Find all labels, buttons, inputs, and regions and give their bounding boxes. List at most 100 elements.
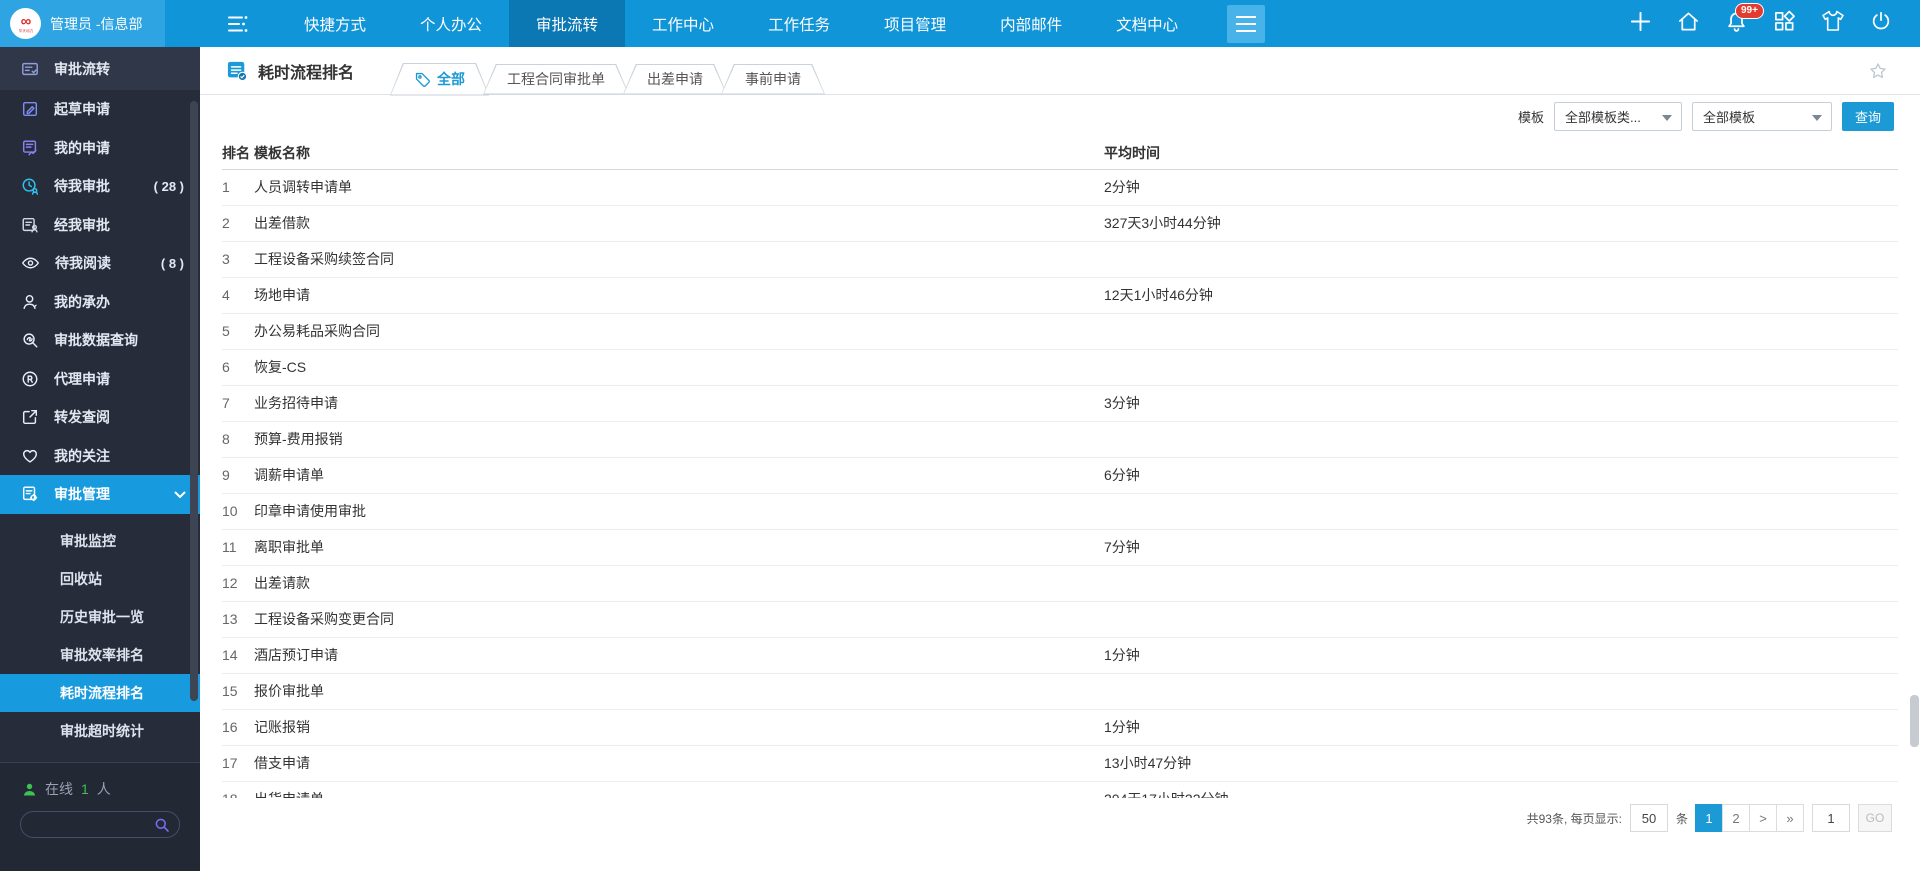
template-name-cell: 出差请款 bbox=[254, 565, 1104, 602]
rank-cell: 18 bbox=[222, 781, 254, 798]
sidebar-subitem-审批监控[interactable]: 审批监控 bbox=[0, 522, 200, 560]
tab-事前申请[interactable]: 事前申请 bbox=[721, 64, 825, 95]
rank-cell: 14 bbox=[222, 637, 254, 674]
sidebar-item-我的申请[interactable]: 我的申请 bbox=[0, 129, 200, 168]
average-time-cell bbox=[1104, 565, 1898, 602]
sidebar-item-待我阅读[interactable]: 待我阅读( 8 ) bbox=[0, 244, 200, 283]
filter-tabs: 全部 工程合同审批单 出差申请 事前申请 bbox=[396, 47, 825, 95]
bell-button[interactable]: 99+ bbox=[1725, 2, 1764, 38]
table-row: 16 记账报销 1分钟 bbox=[222, 709, 1898, 746]
home-button[interactable] bbox=[1677, 10, 1700, 38]
sidebar-subitem-耗时流程排名[interactable]: 耗时流程排名 bbox=[0, 673, 200, 712]
average-time-cell bbox=[1104, 349, 1898, 386]
top-menu-item-个人办公[interactable]: 个人办公 bbox=[393, 0, 509, 47]
top-menu-item-工作任务[interactable]: 工作任务 bbox=[741, 0, 857, 47]
table-row: 15 报价审批单 bbox=[222, 673, 1898, 710]
table-row: 18出货申请单204天17小时22分钟 bbox=[222, 781, 1898, 798]
query-button[interactable]: 查询 bbox=[1842, 102, 1894, 131]
more-menu-button[interactable] bbox=[1227, 4, 1266, 43]
plus-button[interactable] bbox=[1629, 10, 1652, 38]
sidebar-item-label: 我的承办 bbox=[54, 293, 110, 310]
page-title: 耗时流程排名 bbox=[258, 64, 355, 82]
notification-badge: 99+ bbox=[1735, 2, 1764, 19]
sidebar-item-代理申请[interactable]: 代理申请 bbox=[0, 360, 200, 399]
sidebar-scrollbar[interactable] bbox=[190, 101, 198, 701]
sidebar-item-label: 代理申请 bbox=[54, 370, 110, 387]
go-button[interactable]: GO bbox=[1858, 804, 1892, 832]
table-row: 7 业务招待申请 3分钟 bbox=[222, 385, 1898, 422]
sidebar-item-转发查阅[interactable]: 转发查阅 bbox=[0, 398, 200, 437]
theme-icon bbox=[1821, 10, 1845, 32]
sidebar-subitem-回收站[interactable]: 回收站 bbox=[0, 560, 200, 598]
sidebar-item-我的关注[interactable]: 我的关注 bbox=[0, 437, 200, 476]
tab-label: 出差申请 bbox=[647, 71, 704, 87]
table-row: 14 酒店预订申请 1分钟 bbox=[222, 637, 1898, 674]
top-menu-item-文档中心[interactable]: 文档中心 bbox=[1089, 0, 1205, 47]
forward-icon bbox=[21, 408, 39, 426]
apps-button[interactable] bbox=[1773, 10, 1796, 38]
content-scrollbar[interactable] bbox=[1910, 695, 1919, 747]
top-menu-item-内部邮件[interactable]: 内部邮件 bbox=[973, 0, 1089, 47]
topbar-user-area[interactable]: ∞ 华天动力 管理员 -信息部 bbox=[0, 0, 165, 47]
column-header-排名: 排名 bbox=[222, 138, 254, 170]
sidebar-item-审批管理[interactable]: 审批管理 bbox=[0, 475, 200, 514]
online-suffix: 人 bbox=[96, 781, 111, 797]
tab-工程合同审批单[interactable]: 工程合同审批单 bbox=[483, 64, 629, 95]
theme-button[interactable] bbox=[1821, 10, 1845, 37]
sidebar-item-label: 待我审批 bbox=[54, 178, 110, 195]
favorite-star-icon[interactable] bbox=[1868, 61, 1888, 81]
search-icon[interactable] bbox=[154, 817, 170, 833]
sidebar-subitem-历史审批一览[interactable]: 历史审批一览 bbox=[0, 598, 200, 636]
template-name-cell: 工程设备采购变更合同 bbox=[254, 601, 1104, 638]
table-row: 4 场地申请 12天1小时46分钟 bbox=[222, 277, 1898, 314]
sidebar-item-label: 我的申请 bbox=[54, 139, 110, 156]
logo-glyph: ∞ bbox=[20, 13, 32, 30]
logo-text: 华天动力 bbox=[18, 28, 33, 33]
apps-icon bbox=[1773, 10, 1796, 33]
top-menu-item-项目管理[interactable]: 项目管理 bbox=[857, 0, 973, 47]
menu-collapse-icon[interactable] bbox=[227, 15, 251, 33]
table-row: 12 出差请款 bbox=[222, 565, 1898, 602]
page-size-input[interactable] bbox=[1629, 804, 1668, 832]
tag-icon bbox=[414, 71, 431, 88]
page-button-2[interactable]: 2 bbox=[1722, 804, 1750, 832]
sidebar-item-待我审批[interactable]: 待我审批( 28 ) bbox=[0, 167, 200, 206]
tab-出差申请[interactable]: 出差申请 bbox=[623, 64, 727, 95]
next-page-button[interactable]: > bbox=[1749, 804, 1777, 832]
ranking-table: 排名 模板名称 平均时间 1 人员调转申请单 2分钟 2 出差借款 327天3小时44分钟 3 工… bbox=[200, 138, 1920, 798]
average-time-cell: 2分钟 bbox=[1104, 169, 1898, 206]
average-time-cell: 13小时47分钟 bbox=[1104, 745, 1898, 782]
power-button[interactable] bbox=[1870, 10, 1892, 37]
template-select[interactable]: 全部模板 bbox=[1692, 102, 1832, 131]
tab-全部[interactable]: 全部 bbox=[390, 63, 489, 96]
table-row: 1 人员调转申请单 2分钟 bbox=[222, 169, 1898, 206]
main-content: 耗时流程排名 全部 工程合同审批单 出差申请 事前申请 模板 全部模板类... 全部模… bbox=[200, 47, 1920, 871]
page-button-1[interactable]: 1 bbox=[1695, 804, 1723, 832]
sidebar-item-经我审批[interactable]: 经我审批 bbox=[0, 206, 200, 245]
pager: 1 2 >» bbox=[1695, 804, 1804, 832]
goto-page-input[interactable] bbox=[1812, 804, 1850, 832]
template-category-select[interactable]: 全部模板类... bbox=[1554, 102, 1682, 131]
last-page-button[interactable]: » bbox=[1776, 804, 1804, 832]
rank-cell: 11 bbox=[222, 529, 254, 566]
online-user-icon bbox=[22, 782, 37, 797]
template-name-cell: 人员调转申请单 bbox=[254, 169, 1104, 206]
sidebar-item-label: 起草申请 bbox=[54, 101, 110, 118]
template-name-cell: 调薪申请单 bbox=[254, 457, 1104, 494]
average-time-cell: 1分钟 bbox=[1104, 709, 1898, 746]
top-menu-item-工作中心[interactable]: 工作中心 bbox=[625, 0, 741, 47]
sidebar-item-我的承办[interactable]: 我的承办 bbox=[0, 283, 200, 322]
sidebar-item-label: 审批管理 bbox=[54, 486, 110, 503]
sidebar-item-label: 审批数据查询 bbox=[54, 332, 138, 349]
sidebar-item-审批流转[interactable]: 审批流转 bbox=[0, 47, 200, 90]
sidebar-item-起草申请[interactable]: 起草申请 bbox=[0, 90, 200, 129]
rank-cell: 17 bbox=[222, 745, 254, 782]
sidebar-item-审批数据查询[interactable]: 审批数据查询 bbox=[0, 321, 200, 360]
sidebar-subitem-审批超时统计[interactable]: 审批超时统计 bbox=[0, 712, 200, 750]
pagination: 共93条, 每页显示: 条 12>» GO bbox=[1527, 804, 1892, 832]
top-menu-item-快捷方式[interactable]: 快捷方式 bbox=[277, 0, 393, 47]
online-status: 在线 1 人 bbox=[22, 779, 200, 799]
top-menu-item-审批流转[interactable]: 审批流转 bbox=[509, 0, 626, 47]
sidebar: 审批流转起草申请我的申请待我审批( 28 ) 经我审批 待我阅读( 8 ) 我的承办审… bbox=[0, 47, 200, 871]
sidebar-subitem-审批效率排名[interactable]: 审批效率排名 bbox=[0, 636, 200, 674]
